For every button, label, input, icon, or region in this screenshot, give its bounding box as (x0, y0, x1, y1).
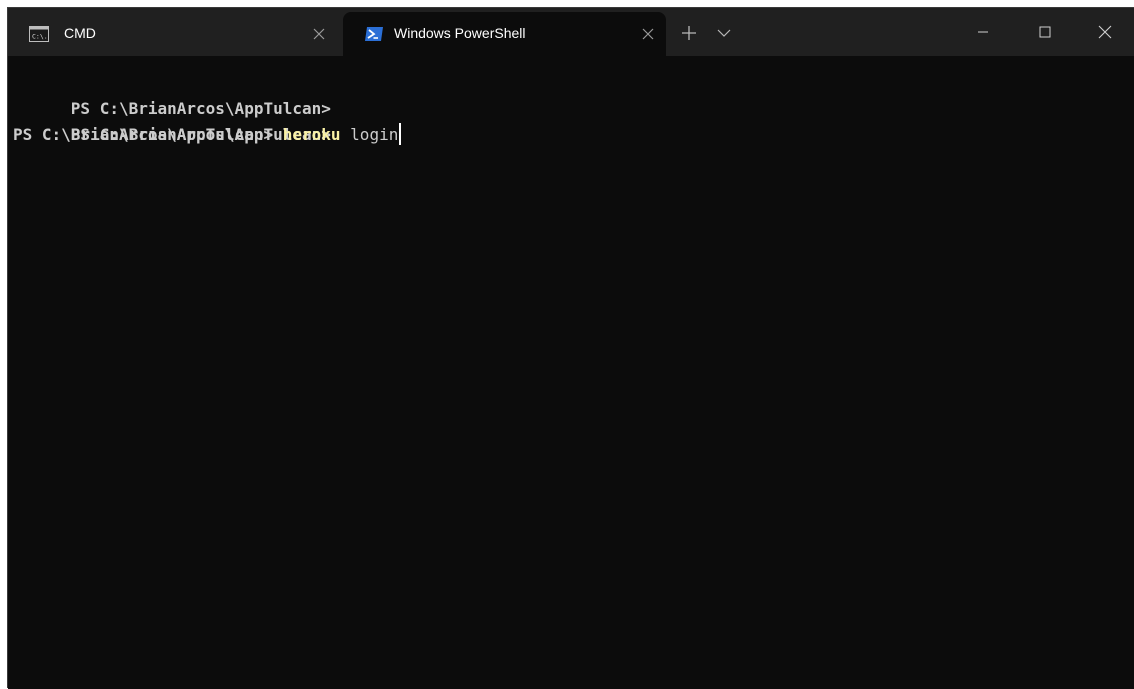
svg-text:C:\.: C:\. (32, 33, 48, 41)
terminal-line: PS C:\BrianArcos\AppTulcan> (13, 70, 1134, 118)
text-cursor (399, 123, 402, 145)
maximize-icon[interactable] (1022, 16, 1068, 48)
command-name: heroku (282, 125, 341, 144)
chevron-down-icon[interactable] (709, 20, 739, 46)
terminal-output[interactable]: PS C:\BrianArcos\AppTulcan> PS C:\BrianA… (8, 56, 1134, 689)
prompt-text: PS C:\BrianArcos\AppTulcan> (13, 125, 274, 144)
close-tab-icon[interactable] (637, 23, 659, 45)
tab-label: CMD (64, 25, 96, 41)
terminal-line: PS C:\BrianArcos\AppTulcan> heroku login (13, 122, 1134, 148)
tab-windows-powershell[interactable]: Windows PowerShell (343, 12, 666, 56)
title-bar[interactable]: C:\. CMD Windows PowerShell (8, 8, 1134, 56)
prompt-text: PS C:\BrianArcos\AppTulcan> (70, 99, 331, 118)
cmd-icon: C:\. (29, 26, 49, 42)
tab-cmd[interactable]: C:\. CMD (8, 12, 341, 56)
command-argument: login (350, 125, 399, 144)
close-tab-icon[interactable] (308, 23, 330, 45)
terminal-window: C:\. CMD Windows PowerShell PS C:\BrianA… (7, 7, 1134, 689)
powershell-icon (364, 26, 384, 42)
close-icon[interactable] (1082, 16, 1128, 48)
tab-label: Windows PowerShell (394, 25, 526, 41)
minimize-icon[interactable] (960, 16, 1006, 48)
plus-icon[interactable] (674, 20, 704, 46)
